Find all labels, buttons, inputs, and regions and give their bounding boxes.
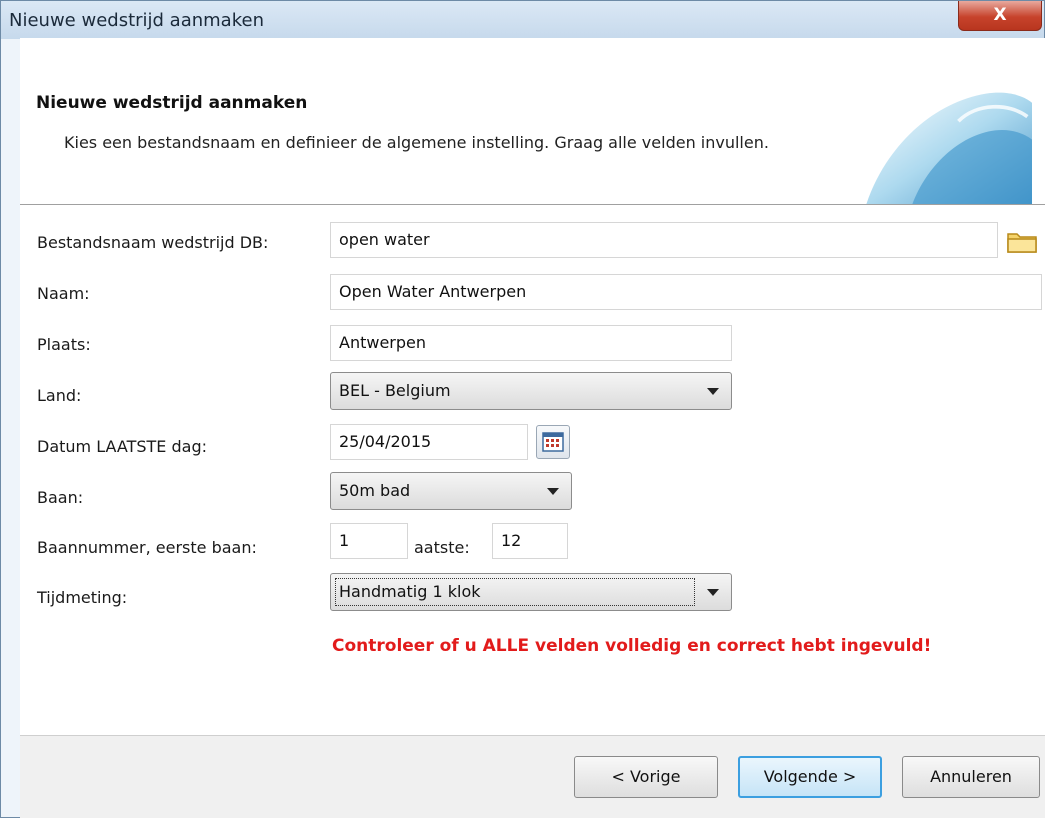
filename-input[interactable]: open water [330,222,998,258]
validation-warning: Controleer of u ALLE velden volledig en … [332,636,932,656]
name-input[interactable]: Open Water Antwerpen [330,274,1042,310]
country-select-value: BEL - Belgium [339,381,451,400]
cancel-button[interactable]: Annuleren [902,756,1040,798]
chevron-down-icon [707,589,719,596]
folder-icon[interactable] [1005,226,1039,256]
pool-select[interactable]: 50m bad [330,472,572,510]
window-title: Nieuwe wedstrijd aanmaken [9,10,264,31]
timing-select[interactable]: Handmatig 1 klok [330,573,732,611]
date-input[interactable]: 25/04/2015 [330,424,528,460]
back-button[interactable]: < Vorige [574,756,718,798]
filename-label: Bestandsnaam wedstrijd DB: [37,233,269,252]
name-label: Naam: [37,284,90,303]
place-input[interactable]: Antwerpen [330,325,732,361]
title-bar[interactable]: Nieuwe wedstrijd aanmaken X [1,1,1044,39]
close-button[interactable]: X [958,1,1042,31]
country-select[interactable]: BEL - Belgium [330,372,732,410]
next-button[interactable]: Volgende > [738,756,882,798]
timing-select-value: Handmatig 1 klok [339,582,481,601]
wave-image [866,92,1032,204]
chevron-down-icon [707,388,719,395]
header-title: Nieuwe wedstrijd aanmaken [36,93,308,113]
place-label: Plaats: [37,335,91,354]
wizard-footer [20,735,1045,818]
header-description: Kies een bestandsnaam en definieer de al… [64,133,769,152]
last-lane-input[interactable]: 12 [492,523,568,559]
country-label: Land: [37,386,82,405]
lanes-label: Baannummer, eerste baan: [37,538,257,557]
timing-label: Tijdmeting: [37,588,128,607]
date-label: Datum LAATSTE dag: [37,437,207,456]
chevron-down-icon [547,488,559,495]
calendar-icon[interactable] [536,425,570,459]
last-lane-label: aatste: [414,538,470,557]
pool-select-value: 50m bad [339,481,411,500]
first-lane-input[interactable]: 1 [330,523,408,559]
pool-label: Baan: [37,488,84,507]
